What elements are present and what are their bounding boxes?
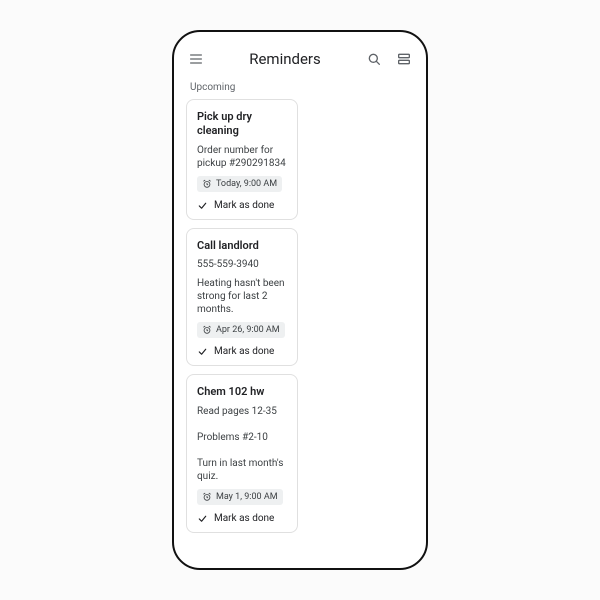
time-chip: May 1, 9:00 AM [197, 489, 283, 505]
check-icon [197, 513, 208, 524]
time-text: Today, 9:00 AM [216, 179, 277, 189]
time-text: Apr 26, 9:00 AM [216, 325, 280, 335]
card-body: Read pages 12-35 Problems #2-10 Turn in … [197, 405, 287, 483]
alarm-icon [202, 325, 212, 335]
mark-done-button[interactable]: Mark as done [197, 511, 287, 524]
card-body: Heating hasn't been strong for last 2 mo… [197, 277, 287, 316]
section-label-upcoming: Upcoming [174, 74, 426, 99]
time-chip: Apr 26, 9:00 AM [197, 322, 285, 338]
app-header: Reminders [174, 42, 426, 74]
check-icon [197, 200, 208, 211]
card-title: Chem 102 hw [197, 385, 287, 399]
check-icon [197, 346, 208, 357]
mark-done-label: Mark as done [214, 513, 274, 524]
cards-grid: Pick up dry cleaning Order number for pi… [174, 99, 426, 533]
card-subtitle: 555-559-3940 [197, 258, 287, 271]
phone-frame: Reminders Upcoming Pick up dry cleaning … [172, 30, 428, 570]
page-title: Reminders [249, 50, 321, 68]
reminder-card[interactable]: Chem 102 hw Read pages 12-35 Problems #2… [186, 374, 298, 533]
time-text: May 1, 9:00 AM [216, 492, 278, 502]
card-body: Order number for pickup #290291834 [197, 144, 287, 170]
mark-done-label: Mark as done [214, 200, 274, 211]
mark-done-label: Mark as done [214, 346, 274, 357]
reminder-card[interactable]: Pick up dry cleaning Order number for pi… [186, 99, 298, 220]
alarm-icon [202, 492, 212, 502]
reminder-card[interactable]: Call landlord 555-559-3940 Heating hasn'… [186, 228, 298, 367]
view-toggle-icon[interactable] [396, 51, 412, 67]
alarm-icon [202, 179, 212, 189]
search-icon[interactable] [366, 51, 382, 67]
card-title: Call landlord [197, 239, 287, 253]
hamburger-menu-icon[interactable] [188, 51, 204, 67]
card-title: Pick up dry cleaning [197, 110, 287, 138]
mark-done-button[interactable]: Mark as done [197, 198, 287, 211]
time-chip: Today, 9:00 AM [197, 176, 282, 192]
mark-done-button[interactable]: Mark as done [197, 344, 287, 357]
